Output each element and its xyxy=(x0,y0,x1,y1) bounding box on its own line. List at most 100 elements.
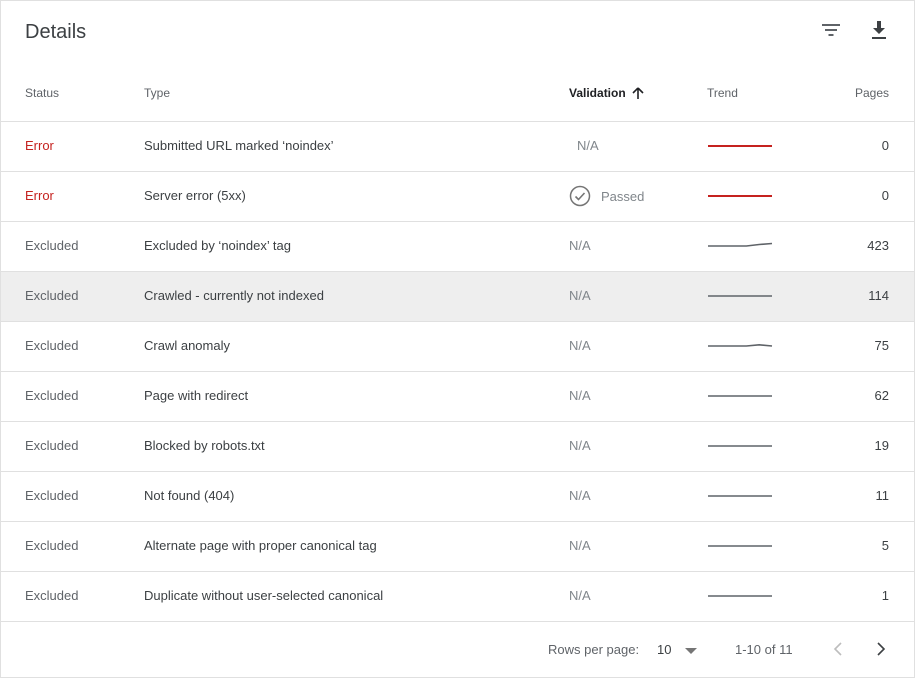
trend-sparkline xyxy=(708,195,772,197)
row-trend xyxy=(707,434,773,457)
row-pages: 62 xyxy=(874,388,889,403)
table-row[interactable]: Excluded Excluded by ‘noindex’ tag N/A 423 xyxy=(1,222,914,272)
row-status: Excluded xyxy=(25,538,79,553)
row-pages: 19 xyxy=(874,438,889,453)
column-header-pages[interactable]: Pages xyxy=(855,86,889,100)
row-status: Error xyxy=(25,188,54,203)
table-header: Status Type Validation Trend Pages xyxy=(1,67,914,122)
chevron-right-icon xyxy=(877,642,886,656)
row-validation: N/A xyxy=(569,338,591,353)
row-validation: N/A xyxy=(577,138,599,153)
trend-sparkline xyxy=(708,595,772,597)
row-pages: 114 xyxy=(868,288,889,303)
row-trend xyxy=(707,534,773,557)
column-header-trend: Trend xyxy=(707,86,738,100)
trend-sparkline xyxy=(708,495,772,497)
pagination-bar: Rows per page: 10 1-10 of 11 xyxy=(1,621,914,677)
table-row[interactable]: Excluded Duplicate without user-selected … xyxy=(1,572,914,622)
row-validation: Passed xyxy=(569,185,644,207)
column-header-type[interactable]: Type xyxy=(144,86,170,100)
row-validation-label: Passed xyxy=(601,188,645,204)
table-row[interactable]: Error Server error (5xx) Passed 0 xyxy=(1,172,914,222)
row-pages: 75 xyxy=(874,338,889,353)
row-validation: N/A xyxy=(569,588,591,603)
trend-sparkline xyxy=(708,295,772,297)
row-status: Excluded xyxy=(25,238,79,253)
row-type: Page with redirect xyxy=(144,388,249,403)
row-validation: N/A xyxy=(569,388,591,403)
page-title: Details xyxy=(25,21,87,43)
filter-button[interactable] xyxy=(817,16,845,44)
row-trend xyxy=(707,484,773,507)
filter-icon xyxy=(822,24,840,36)
details-table: Status Type Validation Trend Pages Error… xyxy=(1,67,914,622)
row-pages: 0 xyxy=(881,188,889,203)
row-status: Excluded xyxy=(25,588,79,603)
row-validation: N/A xyxy=(569,488,591,503)
row-validation-label: N/A xyxy=(569,488,591,503)
row-validation: N/A xyxy=(569,238,591,253)
trend-line xyxy=(708,242,773,247)
table-row[interactable]: Excluded Alternate page with proper canon… xyxy=(1,522,914,572)
download-icon xyxy=(872,21,886,39)
details-card: Details Status Type Validation Trend Pag… xyxy=(0,0,915,678)
trend-line xyxy=(708,343,773,347)
row-pages: 423 xyxy=(867,238,889,253)
row-pages: 11 xyxy=(875,488,890,503)
row-status: Excluded xyxy=(25,288,79,303)
row-trend xyxy=(707,184,773,207)
row-type: Crawled - currently not indexed xyxy=(144,288,324,303)
trend-sparkline xyxy=(708,145,772,147)
table-row[interactable]: Excluded Not found (404) N/A 11 xyxy=(1,472,914,522)
trend-sparkline xyxy=(708,445,772,447)
row-validation-label: N/A xyxy=(569,388,591,403)
column-header-validation[interactable]: Validation xyxy=(569,86,644,100)
row-pages: 0 xyxy=(881,138,889,153)
row-status: Excluded xyxy=(25,438,79,453)
row-validation-label: N/A xyxy=(569,438,591,453)
download-button[interactable] xyxy=(865,16,893,44)
row-validation-label: N/A xyxy=(569,288,591,303)
row-trend xyxy=(707,334,773,357)
chevron-down-icon xyxy=(685,648,698,654)
rows-per-page-select[interactable]: 10 xyxy=(657,642,698,657)
row-type: Alternate page with proper canonical tag xyxy=(144,538,377,553)
row-pages: 1 xyxy=(881,588,889,603)
row-validation-label: N/A xyxy=(569,588,591,603)
row-validation-label: N/A xyxy=(577,138,599,153)
row-type: Excluded by ‘noindex’ tag xyxy=(144,238,291,253)
rows-per-page-value: 10 xyxy=(657,642,672,657)
next-page-button[interactable] xyxy=(867,635,895,663)
row-trend xyxy=(707,284,773,307)
row-status: Excluded xyxy=(25,338,79,353)
row-trend xyxy=(707,234,773,257)
table-row[interactable]: Excluded Crawled - currently not indexed N… xyxy=(1,272,914,322)
row-validation-label: N/A xyxy=(569,238,591,253)
row-type: Server error (5xx) xyxy=(144,188,246,203)
row-status: Excluded xyxy=(25,388,79,403)
table-row[interactable]: Error Submitted URL marked ‘noindex’ N/A 0 xyxy=(1,122,914,172)
row-validation-label: N/A xyxy=(569,538,591,553)
table-row[interactable]: Excluded Page with redirect N/A 62 xyxy=(1,372,914,422)
row-validation: N/A xyxy=(569,288,591,303)
trend-sparkline xyxy=(708,545,772,547)
row-type: Submitted URL marked ‘noindex’ xyxy=(144,138,334,153)
row-type: Blocked by robots.txt xyxy=(144,438,265,453)
row-trend xyxy=(707,584,773,607)
row-validation: N/A xyxy=(569,438,591,453)
trend-sparkline xyxy=(708,395,772,397)
column-header-validation-label: Validation xyxy=(569,86,626,100)
rows-per-page-label: Rows per page: xyxy=(548,642,640,657)
previous-page-button[interactable] xyxy=(824,635,852,663)
row-status: Error xyxy=(25,138,54,153)
column-header-status[interactable]: Status xyxy=(25,86,59,100)
row-type: Not found (404) xyxy=(144,488,235,503)
table-row[interactable]: Excluded Blocked by robots.txt N/A 19 xyxy=(1,422,914,472)
table-row[interactable]: Excluded Crawl anomaly N/A 75 xyxy=(1,322,914,372)
trend-sparkline xyxy=(708,343,773,347)
row-status: Excluded xyxy=(25,488,79,503)
row-trend xyxy=(707,134,773,157)
row-type: Duplicate without user-selected canonica… xyxy=(144,588,384,603)
row-validation: N/A xyxy=(569,538,591,553)
check-circle-icon xyxy=(569,185,591,207)
